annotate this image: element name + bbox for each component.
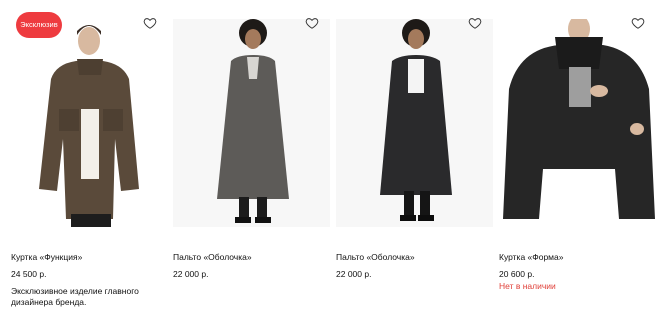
product-image[interactable]: [11, 19, 168, 227]
stock-status: Нет в наличии: [499, 281, 556, 291]
product-name[interactable]: Пальто «Оболочка»: [336, 252, 415, 263]
product-name[interactable]: Пальто «Оболочка»: [173, 252, 252, 263]
product-price: 22 000 р.: [336, 269, 372, 279]
product-card-3[interactable]: Пальто «Оболочка» 22 000 р.: [336, 0, 495, 320]
product-price: 22 000 р.: [173, 269, 209, 279]
product-name[interactable]: Куртка «Функция»: [11, 252, 82, 263]
exclusive-badge: Эксклюзив: [16, 12, 62, 38]
product-price: 24 500 р.: [11, 269, 47, 279]
product-image[interactable]: [336, 19, 493, 227]
favorite-heart-icon[interactable]: [631, 16, 645, 30]
product-card-1[interactable]: Эксклюзив Куртка «Функция» 24 500 р. Экс…: [11, 0, 170, 320]
product-note: Эксклюзивное изделие главного дизайнера …: [11, 286, 139, 307]
product-price: 20 600 р.: [499, 269, 535, 279]
product-image[interactable]: [173, 19, 330, 227]
favorite-heart-icon[interactable]: [143, 16, 157, 30]
product-image[interactable]: [499, 19, 656, 227]
favorite-heart-icon[interactable]: [468, 16, 482, 30]
product-name[interactable]: Куртка «Форма»: [499, 252, 563, 263]
favorite-heart-icon[interactable]: [305, 16, 319, 30]
product-card-2[interactable]: Пальто «Оболочка» 22 000 р.: [173, 0, 332, 320]
product-card-4[interactable]: Куртка «Форма» 20 600 р. Нет в наличии: [499, 0, 656, 320]
